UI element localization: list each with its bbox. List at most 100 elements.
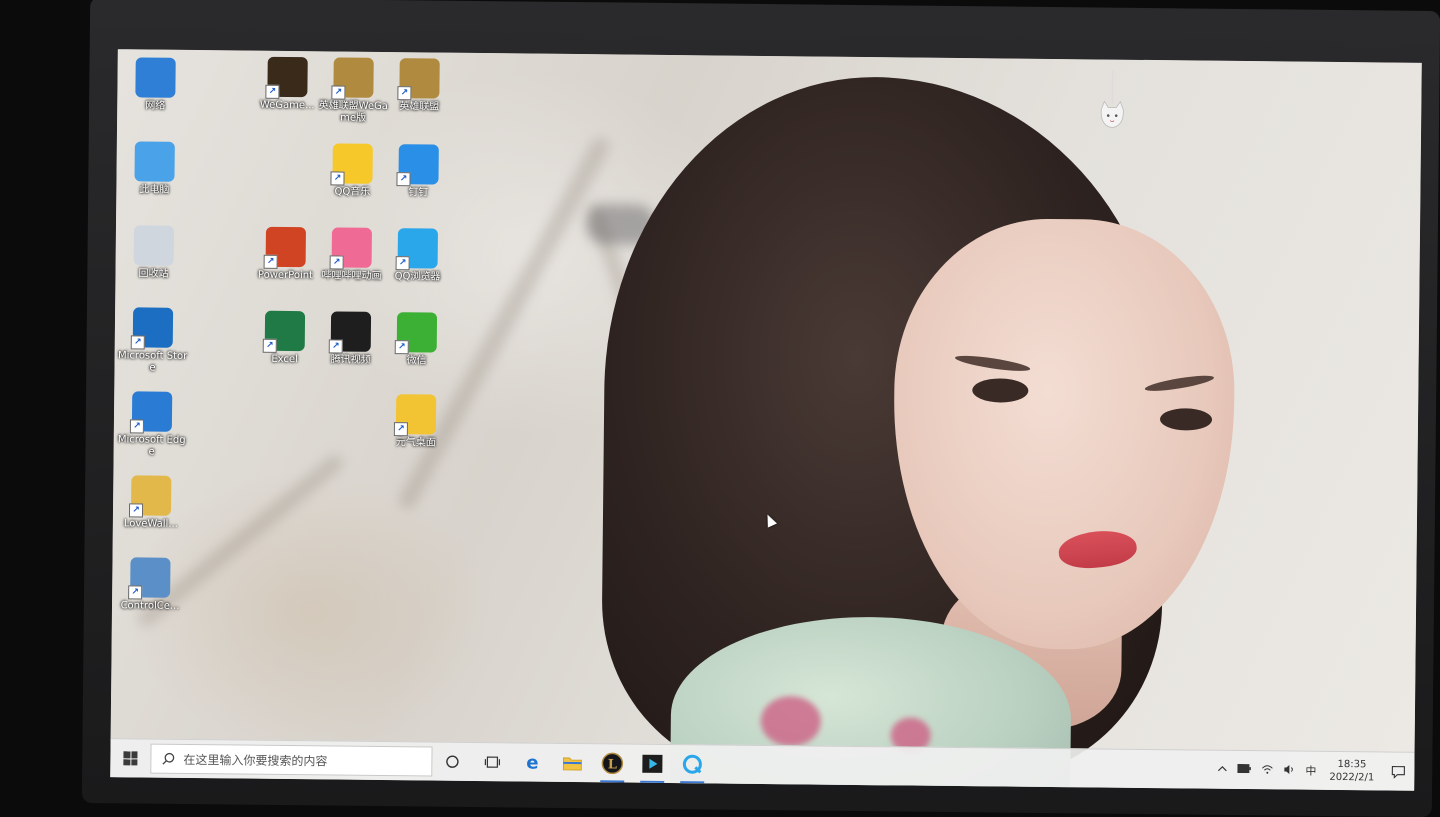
- shortcut-arrow-icon: ↗: [330, 171, 344, 185]
- desktop-icon[interactable]: ↗Microsoft Edge: [116, 391, 189, 459]
- control-center-icon: ↗: [130, 557, 170, 597]
- shortcut-arrow-icon: ↗: [395, 340, 409, 354]
- qq-music-icon: ↗: [332, 143, 372, 183]
- excel-icon: ↗: [265, 311, 305, 351]
- powerpoint-icon: ↗: [266, 227, 306, 267]
- shortcut-arrow-icon: ↗: [396, 256, 410, 270]
- lol-icon: L: [601, 752, 623, 774]
- taskbar-edge[interactable]: e: [512, 743, 552, 781]
- shortcut-arrow-icon: ↗: [330, 255, 344, 269]
- taskbar-qq-browser[interactable]: [672, 745, 712, 783]
- desktop-icon[interactable]: ↗ Excel: [249, 311, 322, 367]
- desktop-icon[interactable]: 回收站: [117, 225, 190, 281]
- desktop-icon-label: 钉钉: [382, 187, 454, 200]
- desktop-icon-label: LoveWall...: [115, 518, 187, 531]
- recycle-bin-icon: [134, 225, 174, 265]
- taskbar-search-box[interactable]: 在这里输入你要搜索的内容: [150, 744, 432, 777]
- task-view-icon: [484, 755, 500, 769]
- input-method-indicator[interactable]: 中: [1300, 763, 1321, 779]
- desktop-icon-label: Excel: [249, 354, 321, 367]
- edge-icon: e: [522, 752, 542, 772]
- desktop-icon[interactable]: ↗英雄联盟WeGame版: [317, 57, 390, 125]
- clock-date: 2022/2/1: [1329, 771, 1374, 784]
- desktop-icon-label: Microsoft Store: [116, 350, 188, 375]
- desktop-icon-label: 英雄联盟WeGame版: [317, 100, 389, 125]
- desktop-icon[interactable]: ↗Microsoft Store: [116, 307, 189, 375]
- shortcut-arrow-icon: ↗: [394, 422, 408, 436]
- desktop-icon[interactable]: ↗元气桌面: [380, 394, 453, 450]
- cat-pendant-widget[interactable]: [1097, 69, 1128, 143]
- desktop-icon[interactable]: ↗微信: [381, 312, 454, 368]
- wifi-icon[interactable]: [1256, 764, 1278, 777]
- tray-chevron-up-icon[interactable]: [1212, 764, 1232, 775]
- desktop-icon[interactable]: ↗LoveWall...: [115, 475, 188, 531]
- start-button[interactable]: [110, 739, 150, 777]
- desktop-icon-label: QQ浏览器: [381, 271, 453, 284]
- desktop-screen: 网络此电脑回收站↗Microsoft Store↗Microsoft Edge↗…: [110, 49, 1422, 791]
- action-center-button[interactable]: [1382, 752, 1414, 790]
- taskbar-tencent-video[interactable]: [632, 745, 672, 783]
- desktop-icon[interactable]: ↗哔哩哔哩动画: [315, 227, 388, 283]
- desktop-icon-label: 此电脑: [118, 184, 190, 197]
- svg-text:L: L: [608, 757, 617, 772]
- volume-icon[interactable]: [1278, 764, 1300, 777]
- taskbar-lol[interactable]: L: [592, 744, 632, 782]
- shortcut-arrow-icon: ↗: [264, 255, 278, 269]
- desktop-icon-label: Microsoft Edge: [116, 434, 188, 459]
- task-view-button[interactable]: [472, 743, 512, 781]
- desktop-icon-label: 微信: [381, 355, 453, 368]
- desktop-icon[interactable]: ↗QQ音乐: [316, 143, 389, 199]
- taskbar-clock[interactable]: 18:35 2022/2/1: [1321, 758, 1382, 785]
- wallpaper-portrait-eye: [972, 378, 1028, 403]
- taskbar-file-explorer[interactable]: [552, 744, 592, 782]
- shortcut-arrow-icon: ↗: [265, 85, 279, 99]
- desktop-icon-label: 哔哩哔哩动画: [315, 270, 387, 283]
- shortcut-arrow-icon: ↗: [397, 86, 411, 100]
- search-icon: [161, 752, 175, 766]
- yuanqi-icon: ↗: [396, 394, 436, 434]
- desktop-icon-label: ControlCe...: [114, 600, 186, 613]
- dingtalk-icon: ↗: [398, 144, 438, 184]
- shortcut-arrow-icon: ↗: [331, 85, 345, 99]
- desktop-icon-label: PowerPoint: [249, 270, 321, 283]
- battery-icon[interactable]: [1232, 764, 1256, 776]
- wechat-icon: ↗: [397, 312, 437, 352]
- cortana-button[interactable]: [432, 743, 472, 781]
- desktop-icon[interactable]: ↗ ControlCe...: [114, 557, 187, 613]
- lol-icon: ↗: [399, 58, 439, 98]
- windows-logo-icon: [123, 751, 137, 765]
- tencent-video-icon: [641, 754, 663, 774]
- shortcut-arrow-icon: ↗: [131, 335, 145, 349]
- store-icon: ↗: [133, 307, 173, 347]
- lol-wegame-icon: ↗: [333, 57, 373, 97]
- desktop-icon-label: 元气桌面: [380, 437, 452, 450]
- desktop-icon[interactable]: ↗WeGame...: [251, 57, 324, 113]
- shortcut-arrow-icon: ↗: [396, 172, 410, 186]
- desktop-icon-label: 英雄联盟: [383, 101, 455, 114]
- wallpaper-portrait-flower: [761, 696, 822, 747]
- desktop-icon[interactable]: 此电脑: [118, 141, 191, 197]
- desktop-icon-label: QQ音乐: [316, 186, 388, 199]
- desktop-icon-label: WeGame...: [251, 100, 323, 113]
- desktop-icon[interactable]: ↗QQ浏览器: [381, 228, 454, 284]
- bilibili-icon: ↗: [332, 227, 372, 267]
- folder-zip-icon: ↗: [131, 475, 171, 515]
- desktop-icon[interactable]: 网络: [119, 57, 192, 113]
- desktop-icon[interactable]: ↗英雄联盟: [383, 58, 456, 114]
- shortcut-arrow-icon: ↗: [130, 419, 144, 433]
- shortcut-arrow-icon: ↗: [129, 503, 143, 517]
- edge-legacy-icon: ↗: [132, 391, 172, 431]
- svg-text:e: e: [526, 753, 538, 773]
- wallpaper-portrait-eye: [1160, 408, 1212, 431]
- cortana-circle-icon: [445, 755, 459, 769]
- desktop-icon[interactable]: ↗PowerPoint: [249, 227, 322, 283]
- qq-browser-icon: [681, 753, 703, 775]
- desktop-icon[interactable]: ↗ 腾讯视频: [315, 311, 388, 367]
- clock-time: 18:35: [1329, 758, 1374, 771]
- desktop-icon[interactable]: ↗钉钉: [382, 144, 455, 200]
- folder-icon: [562, 755, 582, 771]
- desktop-icon-label: 腾讯视频: [315, 354, 387, 367]
- tencent-video-icon: ↗: [331, 311, 371, 351]
- desktop-icon-label: 回收站: [117, 268, 189, 281]
- notification-icon: [1391, 765, 1405, 778]
